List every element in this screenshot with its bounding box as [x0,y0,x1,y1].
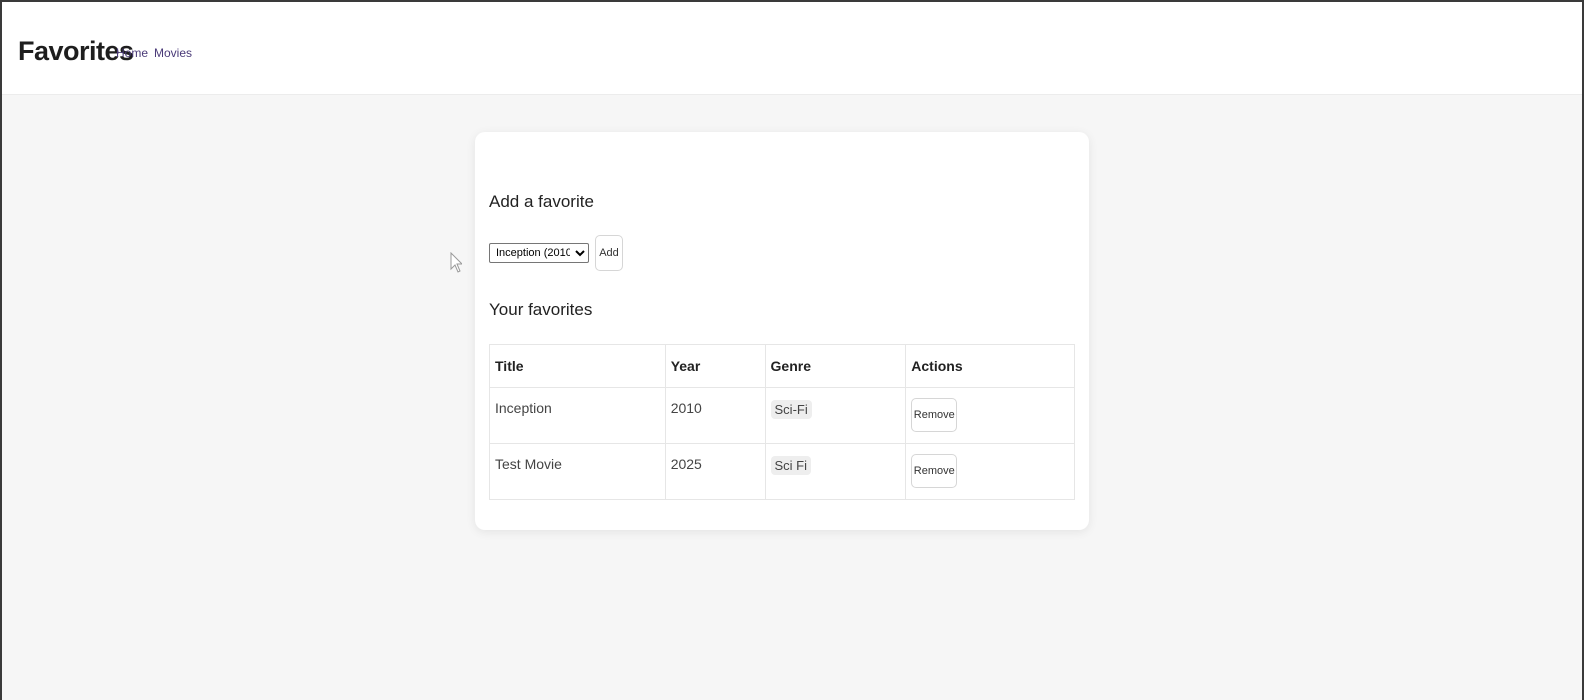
cell-title: Test Movie [489,443,666,500]
cell-actions: Remove [905,387,1075,444]
genre-badge: Sci Fi [770,456,812,475]
favorites-card: Add a favorite Inception (2010) Add Your… [475,132,1089,530]
browser-frame: Favorites Home Movies Add a favorite Inc… [0,0,1584,700]
cell-title: Inception [489,387,666,444]
table-row: Inception 2010 Sci-Fi Remove [489,387,1075,444]
add-favorite-heading: Add a favorite [489,192,594,211]
cell-year: 2010 [664,387,766,444]
genre-badge: Sci-Fi [770,400,812,419]
cell-year: 2025 [664,443,766,500]
table-row: Test Movie 2025 Sci Fi Remove [489,443,1075,500]
nav-link-home[interactable]: Home [116,46,148,60]
nav-link-movies[interactable]: Movies [154,46,192,60]
table-header-row: Title Year Genre Actions [489,344,1075,388]
top-navbar: Favorites Home Movies [2,2,1582,95]
column-header-genre: Genre [764,344,907,388]
remove-button[interactable]: Remove [911,454,958,488]
cell-genre: Sci-Fi [764,387,907,444]
movie-select[interactable]: Inception (2010) [489,243,589,263]
cell-actions: Remove [905,443,1075,500]
mouse-pointer-icon [450,252,462,273]
column-header-actions: Actions [905,344,1075,388]
column-header-year: Year [664,344,766,388]
add-button[interactable]: Add [595,235,623,271]
favorites-table: Title Year Genre Actions Inception 2010 … [489,344,1075,500]
column-header-title: Title [489,344,666,388]
remove-button[interactable]: Remove [911,398,958,432]
your-favorites-heading: Your favorites [489,300,593,319]
cell-genre: Sci Fi [764,443,907,500]
